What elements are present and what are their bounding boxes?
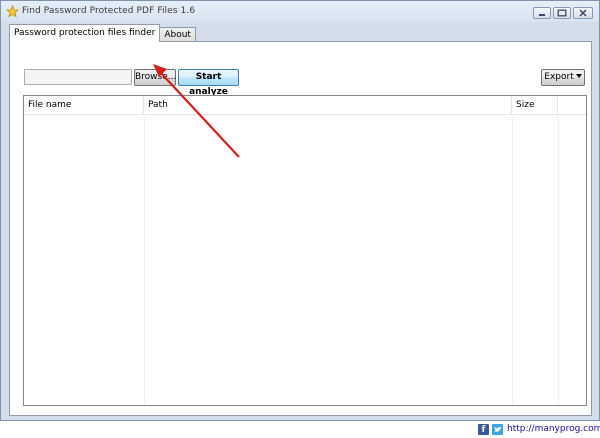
tab-password-finder[interactable]: Password protection files finder [9,24,161,42]
window-title: Find Password Protected PDF Files 1.6 [22,6,196,16]
facebook-icon[interactable]: f [478,424,489,435]
client-area: Password protection files finder About B… [5,23,600,435]
minimize-button[interactable] [533,7,551,19]
minimize-icon [539,14,545,16]
tab-strip: Password protection files finder About [9,24,196,42]
title-bar[interactable]: Find Password Protected PDF Files 1.6 [1,1,599,23]
column-header-file-name[interactable]: File name [24,96,144,114]
column-header-filler [558,96,586,114]
column-divider [558,114,559,405]
column-header-size[interactable]: Size [512,96,558,114]
folder-path-input[interactable] [24,69,132,85]
results-list[interactable]: File name Path Size [23,95,587,406]
maximize-icon [557,9,567,17]
twitter-icon[interactable] [492,424,503,435]
app-window: Find Password Protected PDF Files 1.6 Pa… [0,0,600,435]
start-analyze-button[interactable]: Start analyze [178,69,239,97]
maximize-button[interactable] [553,7,571,19]
app-star-icon [6,5,19,18]
dropdown-caret-icon [575,74,582,78]
browse-button[interactable]: Browse... [134,69,176,86]
list-header: File name Path Size [24,96,586,115]
close-button[interactable] [573,7,593,19]
twitter-bird-glyph [494,426,502,432]
export-button[interactable]: Export [541,69,585,86]
column-divider [512,114,513,405]
tab-panel: Browse... Start analyze Export File name… [9,41,600,435]
column-header-path[interactable]: Path [144,96,512,114]
website-link[interactable]: http://manyprog.com [507,422,600,436]
tab-about[interactable]: About [159,27,196,42]
column-divider [144,114,145,405]
close-icon [579,9,587,17]
export-label: Export [544,72,574,82]
window-controls [533,7,593,21]
